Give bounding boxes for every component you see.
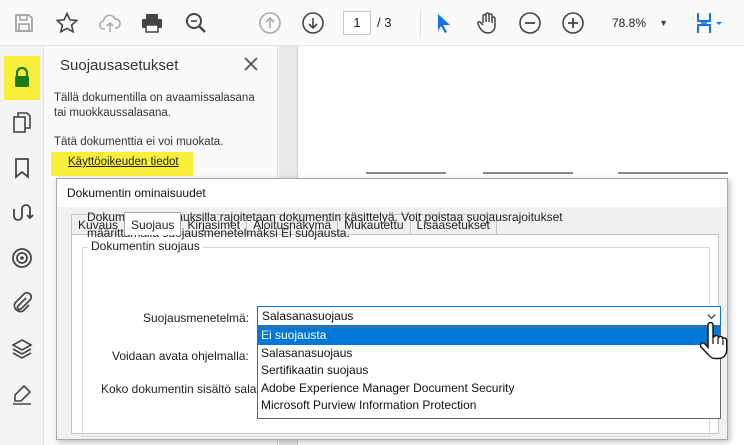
cloud-upload-icon[interactable] (96, 9, 124, 37)
attachment-icon[interactable] (7, 288, 37, 318)
bookmark-icon[interactable] (7, 153, 37, 183)
document-properties-dialog: Dokumentin ominaisuudet Kuvaus Suojaus K… (56, 178, 728, 440)
chevron-down-icon: ▼ (659, 18, 668, 28)
page-layout-icon[interactable] (690, 9, 730, 37)
option-password-security[interactable]: Salasanasuojaus (258, 345, 720, 363)
signature-flow-icon[interactable] (7, 198, 37, 228)
page-up-icon[interactable] (256, 9, 284, 37)
security-method-select[interactable]: Salasanasuojaus (257, 306, 721, 326)
hand-pointer-cursor-icon (698, 321, 728, 360)
dialog-title-bar: Dokumentin ominaisuudet (57, 179, 727, 207)
save-icon[interactable] (10, 9, 38, 37)
permission-details-link[interactable]: Käyttöoikeuden tiedot (51, 152, 193, 176)
option-purview-protection[interactable]: Microsoft Purview Information Protection (258, 397, 720, 415)
select-arrow-icon[interactable] (430, 9, 458, 37)
zoom-in-icon[interactable] (559, 9, 587, 37)
main-toolbar: 1 / 3 78.8% ▼ (0, 0, 744, 46)
page-text-fragment (618, 172, 728, 174)
zoom-level-select[interactable]: 78.8% ▼ (604, 11, 674, 35)
toolbar-divider (420, 10, 421, 36)
lock-icon[interactable] (4, 56, 40, 100)
layers-target-icon[interactable] (7, 243, 37, 273)
close-icon[interactable] (242, 55, 260, 73)
option-aem-document-security[interactable]: Adobe Experience Manager Document Securi… (258, 380, 720, 398)
page-text-fragment (483, 172, 573, 174)
zoom-out-icon[interactable] (516, 9, 544, 37)
password-info-line2: tai muokkaussalasana. (54, 107, 171, 119)
zoom-search-icon[interactable] (182, 9, 210, 37)
security-method-value: Salasanasuojaus (262, 309, 354, 323)
page-text-fragment (366, 172, 446, 174)
pages-icon[interactable] (7, 108, 37, 138)
no-edit-info: Tätä dokumenttia ei voi muokata. (54, 136, 224, 148)
password-info-line1: Tällä dokumentilla on avaamissalasana (54, 92, 255, 104)
hand-icon[interactable] (473, 9, 501, 37)
group-label: Dokumentin suojaus (88, 239, 203, 253)
security-method-dropdown: Ei suojausta Salasanasuojaus Sertifikaat… (257, 326, 721, 419)
print-icon[interactable] (138, 9, 166, 37)
page-number-input[interactable]: 1 (343, 11, 371, 35)
content-encrypt-label: Koko dokumentin sisältö salat (101, 382, 257, 396)
option-certificate-security[interactable]: Sertifikaatin suojaus (258, 362, 720, 380)
left-tool-rail (0, 46, 44, 445)
method-label: Suojausmenetelmä: (143, 311, 250, 325)
page-total: / 3 (377, 15, 392, 30)
layers-icon[interactable] (7, 334, 37, 364)
panel-title: Suojausasetukset (60, 57, 179, 74)
tab-suojaus[interactable]: Suojaus (124, 212, 182, 235)
zoom-level-value: 78.8% (612, 16, 647, 30)
fill-sign-icon[interactable] (7, 379, 37, 409)
open-with-label: Voidaan avata ohjelmalla: (112, 349, 249, 363)
option-no-security[interactable]: Ei suojausta (258, 327, 720, 345)
star-icon[interactable] (53, 9, 81, 37)
page-down-icon[interactable] (299, 9, 327, 37)
dialog-title: Dokumentin ominaisuudet (67, 186, 206, 200)
